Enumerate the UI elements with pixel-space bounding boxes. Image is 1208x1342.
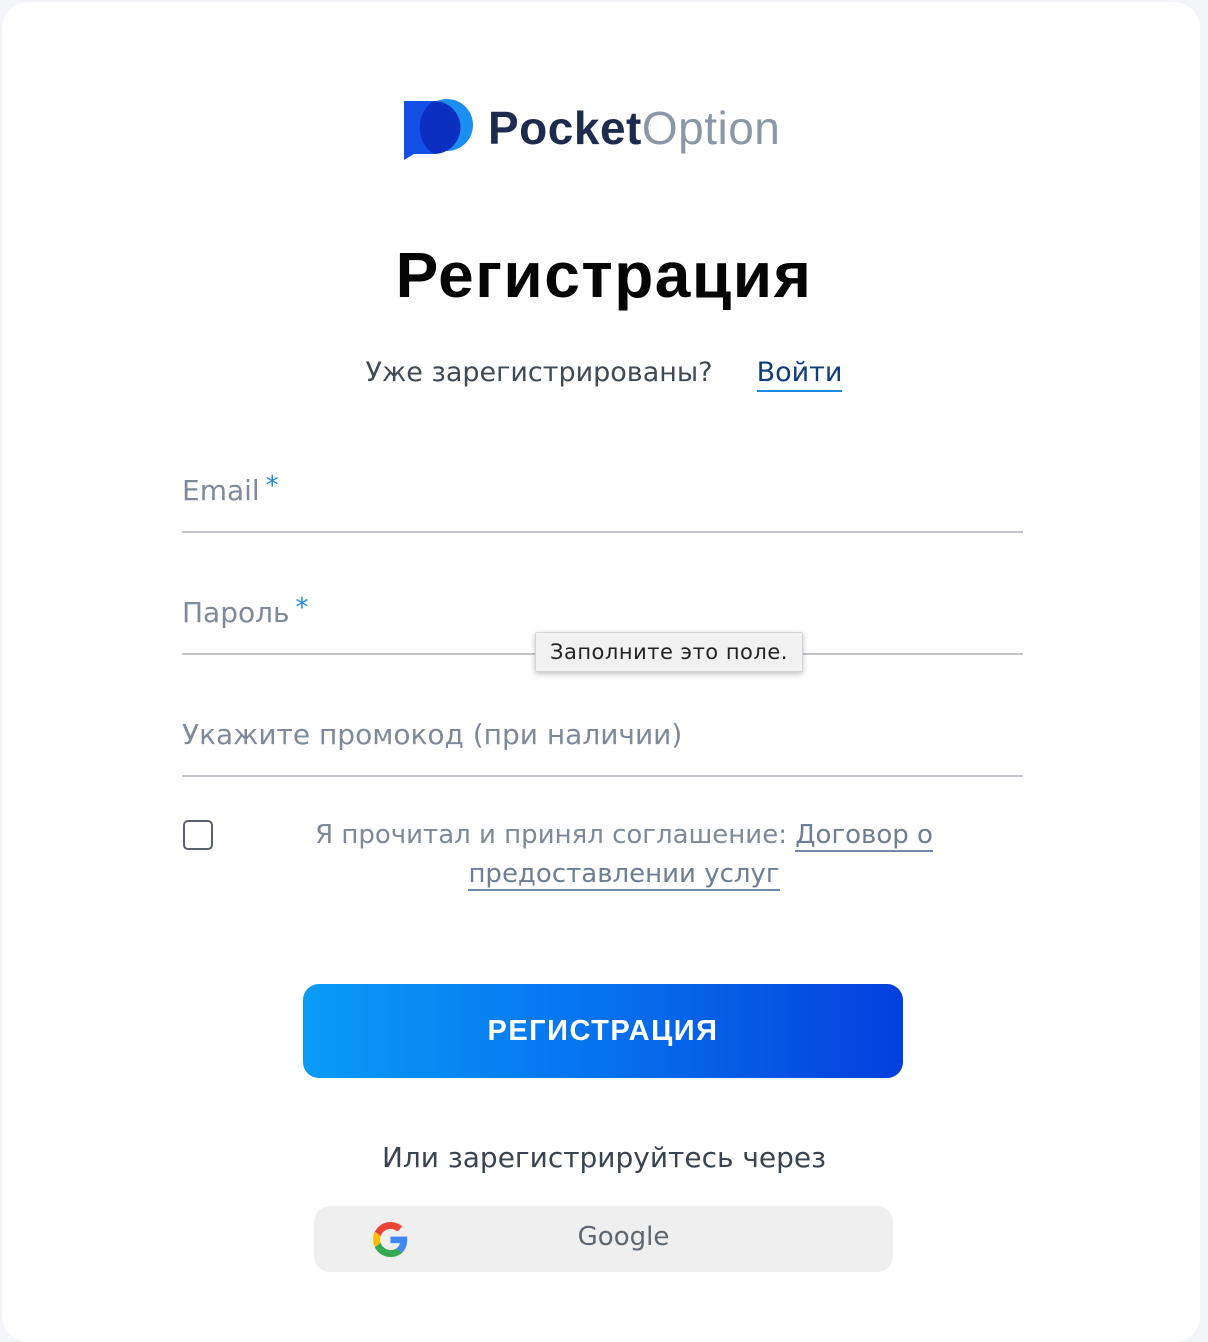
- logo-wordmark: PocketOption: [488, 105, 780, 151]
- logo-word-option: Option: [641, 102, 781, 154]
- google-register-button[interactable]: Google: [314, 1206, 893, 1272]
- agreement-text: Я прочитал и принял соглашение: Договор …: [302, 816, 946, 894]
- pocket-option-logo: PocketOption: [400, 98, 780, 162]
- validation-tooltip: Заполните это поле.: [535, 632, 803, 672]
- promo-code-input[interactable]: [182, 708, 1027, 777]
- email-input[interactable]: [182, 464, 1027, 533]
- login-link[interactable]: Войти: [756, 357, 843, 392]
- agreement-label: Я прочитал и принял соглашение:: [315, 820, 796, 850]
- login-prompt: Уже зарегистрированы? Войти: [2, 357, 1206, 392]
- social-register-prompt: Или зарегистрируйтесь через: [381, 1141, 827, 1174]
- registration-card: PocketOption Регистрация Уже зарегистрир…: [2, 2, 1200, 1342]
- email-field[interactable]: Email *: [182, 464, 1027, 533]
- agreement-checkbox[interactable]: [183, 820, 213, 850]
- page-title: Регистрация: [395, 239, 813, 311]
- pocket-option-logo-icon: [404, 99, 473, 160]
- register-button[interactable]: РЕГИСТРАЦИЯ: [303, 984, 903, 1078]
- promo-code-field[interactable]: Укажите промокод (при наличии): [182, 708, 1027, 777]
- google-label: Google: [577, 1222, 670, 1252]
- login-prompt-text: Уже зарегистрированы?: [365, 357, 713, 388]
- service-agreement-link[interactable]: Договор о: [795, 820, 933, 852]
- logo-word-pocket: Pocket: [488, 102, 642, 154]
- service-agreement-link-continued[interactable]: предоставлении услуг: [468, 859, 780, 891]
